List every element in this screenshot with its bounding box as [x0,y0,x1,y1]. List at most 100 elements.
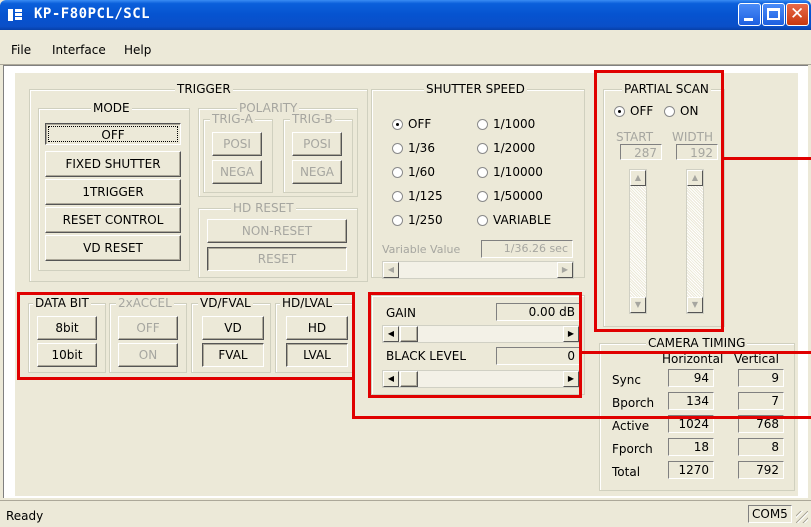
shutter-1-2000-radio[interactable]: 1/2000 [477,141,535,155]
one-trigger-button[interactable]: 1TRIGGER [45,179,181,205]
timing-row-label: Total [612,465,641,479]
vd-fval-title: VD/FVAL [198,296,253,310]
vd-reset-button[interactable]: VD RESET [45,235,181,261]
shutter-1-1000-radio[interactable]: 1/1000 [477,117,535,131]
data-bit-title: DATA BIT [33,296,91,310]
trig-b-nega-button[interactable]: NEGA [292,160,342,184]
width-scroll-down-icon[interactable]: ▼ [687,297,703,313]
mode-off-button[interactable]: OFF [45,123,181,145]
trig-a-nega-button[interactable]: NEGA [212,160,262,184]
shutter-1-50000-radio[interactable]: 1/50000 [477,189,543,203]
timing-row-label: Fporch [612,442,653,456]
maximize-button[interactable] [762,3,785,26]
vd-button[interactable]: VD [202,316,264,340]
non-reset-button[interactable]: NON-RESET [207,219,347,243]
highlight-connector [580,351,811,354]
gain-scroll-right-icon[interactable]: ▶ [563,326,579,342]
start-scroll-up-icon[interactable]: ▲ [630,170,646,186]
10bit-button[interactable]: 10bit [37,343,97,367]
start-value-field: 287 [620,144,662,160]
trig-b-posi-button[interactable]: POSI [292,132,342,156]
timing-h-value: 1270 [668,461,714,479]
trig-b-group: TRIG-B POSI NEGA [283,112,353,193]
timing-v-value: 9 [738,369,784,387]
hd-lval-title: HD/LVAL [280,296,335,310]
timing-row-label: Sync [612,373,641,387]
timing-v-value: 7 [738,392,784,410]
timing-row-label: Active [612,419,650,433]
shutter-1-10000-radio[interactable]: 1/10000 [477,165,543,179]
shutter-1-125-radio[interactable]: 1/125 [392,189,443,203]
lval-button[interactable]: LVAL [286,343,348,367]
black-scroll-right-icon[interactable]: ▶ [563,371,579,387]
timing-v-value: 792 [738,461,784,479]
black-scroll-left-icon[interactable]: ◀ [383,371,399,387]
gain-slider-thumb[interactable] [400,326,418,342]
status-text: Ready [6,509,44,523]
variable-value-label: Variable Value [382,243,461,256]
hd-button[interactable]: HD [286,316,348,340]
black-slider-thumb[interactable] [400,371,418,387]
accel-on-button[interactable]: ON [118,343,178,367]
width-label: WIDTH [672,130,713,144]
gain-value-field: 0.00 dB [496,303,580,321]
resize-grip-icon[interactable] [796,511,808,523]
gain-slider[interactable]: ◀ ▶ [382,325,580,343]
partial-off-radio[interactable]: OFF [614,104,653,118]
gain-scroll-left-icon[interactable]: ◀ [383,326,399,342]
partial-scan-group: PARTIAL SCAN OFF ON START WIDTH 287 192 … [603,82,725,327]
width-scroll-up-icon[interactable]: ▲ [687,170,703,186]
polarity-group: POLARITY TRIG-A POSI NEGA TRIG-B POSI NE… [198,101,358,197]
app-icon [8,9,22,21]
status-bar: Ready COM5 [0,500,811,527]
highlight-connector [352,416,811,419]
shutter-1-36-radio[interactable]: 1/36 [392,141,435,155]
status-port: COM5 [748,505,792,523]
shutter-off-radio[interactable]: OFF [392,117,431,131]
partial-scan-title: PARTIAL SCAN [622,82,711,96]
data-bit-group: DATA BIT 8bit 10bit [28,296,106,373]
trig-a-title: TRIG-A [210,112,255,126]
shutter-scroll-left-icon[interactable]: ◀ [383,262,399,278]
partial-on-radio[interactable]: ON [664,104,698,118]
reset-button[interactable]: RESET [207,247,347,271]
menu-help[interactable]: Help [124,43,151,57]
shutter-1-250-radio[interactable]: 1/250 [392,213,443,227]
title-bar[interactable]: KP-F80PCL/SCL ✕ [0,0,811,30]
vd-fval-group: VD/FVAL VD FVAL [191,296,271,373]
highlight-connector [722,157,811,160]
minimize-button[interactable] [738,3,761,26]
trig-a-posi-button[interactable]: POSI [212,132,262,156]
shutter-variable-radio[interactable]: VARIABLE [477,213,551,227]
reset-control-button[interactable]: RESET CONTROL [45,207,181,233]
timing-col-vertical: Vertical [734,352,779,366]
accel-off-button[interactable]: OFF [118,316,178,340]
width-slider[interactable]: ▲ ▼ [686,169,704,314]
close-button[interactable]: ✕ [786,3,809,26]
timing-col-horizontal: Horizontal [662,352,724,366]
start-slider[interactable]: ▲ ▼ [629,169,647,314]
fval-button[interactable]: FVAL [202,343,264,367]
gain-black-group: GAIN 0.00 dB ◀ ▶ BLACK LEVEL 0 ◀ ▶ [371,295,585,395]
menu-interface[interactable]: Interface [52,43,106,57]
black-level-value-field: 0 [496,347,580,365]
window-title: KP-F80PCL/SCL [34,6,151,22]
timing-row-label: Bporch [612,396,655,410]
8bit-button[interactable]: 8bit [37,316,97,340]
mode-group: MODE OFF FIXED SHUTTER 1TRIGGER RESET CO… [38,101,190,271]
shutter-scroll-right-icon[interactable]: ▶ [557,262,573,278]
start-scroll-down-icon[interactable]: ▼ [630,297,646,313]
start-label: START [616,130,654,144]
trig-b-title: TRIG-B [290,112,335,126]
shutter-title: SHUTTER SPEED [424,82,527,96]
shutter-variable-slider[interactable]: ◀ ▶ [382,261,574,279]
fixed-shutter-button[interactable]: FIXED SHUTTER [45,151,181,177]
mode-title: MODE [91,101,132,115]
timing-h-value: 134 [668,392,714,410]
client-area: TRIGGER MODE OFF FIXED SHUTTER 1TRIGGER … [3,65,808,498]
trigger-group: TRIGGER MODE OFF FIXED SHUTTER 1TRIGGER … [29,82,368,282]
black-level-label: BLACK LEVEL [386,349,466,363]
black-level-slider[interactable]: ◀ ▶ [382,370,580,388]
shutter-1-60-radio[interactable]: 1/60 [392,165,435,179]
menu-file[interactable]: File [11,43,31,57]
